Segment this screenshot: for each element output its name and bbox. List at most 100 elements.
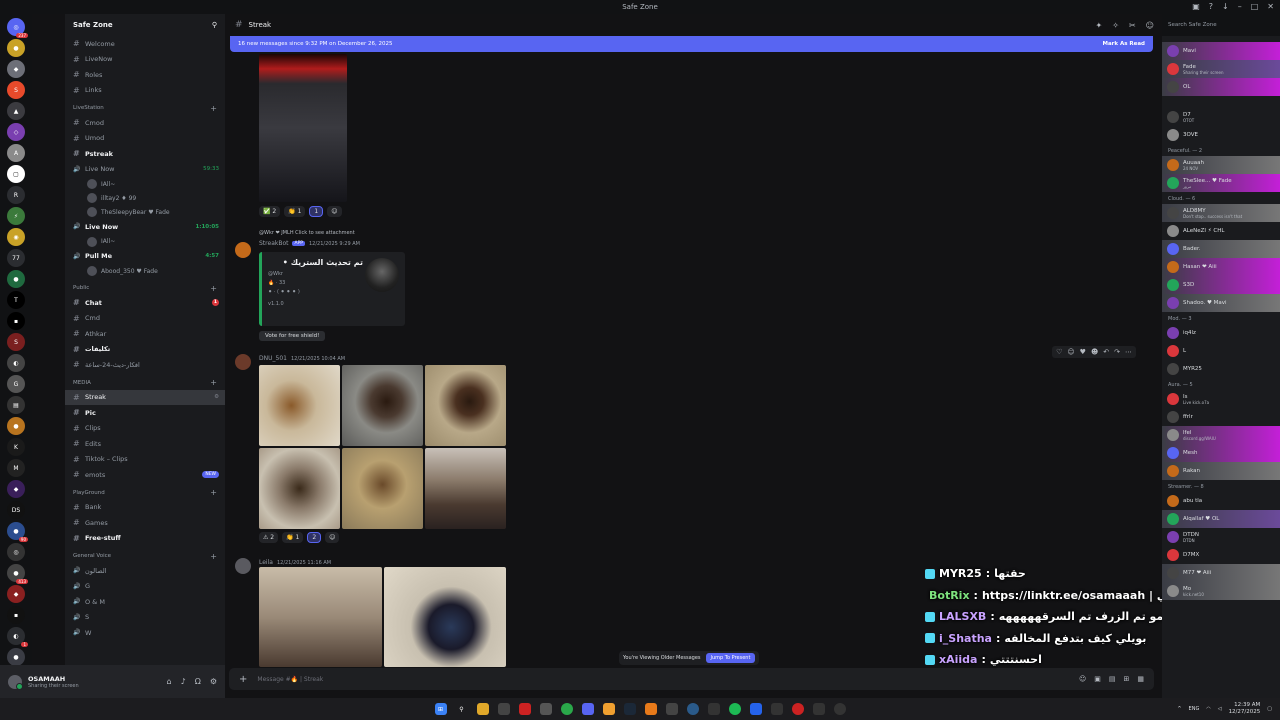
minimize-button[interactable]: – xyxy=(1238,2,1242,11)
channel-item[interactable]: # Cmd xyxy=(65,311,225,327)
member-item[interactable]: lfel discord.gg/WAIU xyxy=(1162,426,1280,444)
reaction[interactable]: 1 xyxy=(309,206,324,217)
reaction[interactable]: ✅ 2 xyxy=(259,206,281,217)
server-icon[interactable]: ● xyxy=(7,270,25,288)
app-icon[interactable] xyxy=(686,703,699,715)
emoji-icon[interactable]: ▦ xyxy=(1137,675,1144,683)
gamepad-icon[interactable]: ⌂ xyxy=(167,677,172,686)
server-icon[interactable]: ● 90 xyxy=(7,522,28,542)
server-icon[interactable]: ▢ xyxy=(7,165,25,183)
channel-item[interactable]: 🔊 G xyxy=(65,579,225,595)
server-icon[interactable]: T xyxy=(7,291,25,309)
attachment-image[interactable] xyxy=(425,365,506,446)
server-icon[interactable]: ● xyxy=(7,39,25,57)
message-author[interactable]: DNU_501 xyxy=(259,355,287,362)
channel-item[interactable]: # Streak ⚙ xyxy=(65,389,225,405)
channel-item[interactable]: # Clips xyxy=(65,421,225,437)
member-item[interactable]: Mo kick.net10 xyxy=(1162,582,1280,600)
member-item[interactable]: Hasan ❤ Aiii xyxy=(1162,258,1280,276)
voice-user-placeholder[interactable]: IAll~ xyxy=(65,235,225,249)
channel-item[interactable]: # Links xyxy=(65,83,225,99)
app-icon[interactable] xyxy=(791,703,804,715)
inbox-icon[interactable]: ▣ xyxy=(1192,2,1200,11)
app-icon[interactable] xyxy=(770,703,783,715)
channel-item[interactable]: # Pic xyxy=(65,405,225,421)
add-channel-icon[interactable]: + xyxy=(210,378,217,387)
member-item[interactable]: S3D xyxy=(1162,276,1280,294)
reply-preview[interactable]: @Wkr ❤ JMLH Click to see attachment xyxy=(259,230,355,236)
category-header[interactable]: MEDIA + xyxy=(65,376,225,390)
avatar[interactable] xyxy=(235,354,251,370)
server-icon[interactable]: ◇ xyxy=(7,123,25,141)
headset-icon[interactable]: Ω xyxy=(195,677,201,686)
app-icon[interactable] xyxy=(812,703,825,715)
server-icon[interactable]: ◉ xyxy=(7,228,25,246)
add-member-icon[interactable]: ⚲ xyxy=(212,21,217,29)
voice-user[interactable]: illtay2 ♦ 99 xyxy=(65,191,225,205)
server-icon[interactable]: A xyxy=(7,144,25,162)
forward-icon[interactable]: ↷ xyxy=(1114,348,1120,356)
member-item[interactable]: Alqallaf ♥ OL xyxy=(1162,510,1280,528)
category-header[interactable]: PlayGround + xyxy=(65,486,225,500)
attachment-image[interactable] xyxy=(259,567,382,667)
member-item[interactable]: 3OVE xyxy=(1162,126,1280,144)
server-icon[interactable]: ● 413 xyxy=(7,564,28,584)
member-item[interactable]: DTDN DTDN xyxy=(1162,528,1280,546)
threads-icon[interactable]: ✦ xyxy=(1096,21,1103,30)
wifi-icon[interactable]: ◠ xyxy=(1206,706,1210,712)
server-icon[interactable]: R xyxy=(7,186,25,204)
volume-icon[interactable]: ◁ xyxy=(1218,706,1222,712)
gif-icon[interactable]: ▣ xyxy=(1094,675,1101,683)
message-author[interactable]: StreakBot xyxy=(259,240,288,247)
avatar[interactable] xyxy=(235,242,251,258)
server-icon[interactable]: S xyxy=(7,81,25,99)
avatar[interactable] xyxy=(235,558,251,574)
channel-item[interactable]: # emots NEW xyxy=(65,467,225,483)
maximize-button[interactable]: □ xyxy=(1251,2,1259,11)
add-channel-icon[interactable]: + xyxy=(210,104,217,113)
windows-start-icon[interactable]: ⊞ xyxy=(434,703,447,715)
server-icon[interactable]: DS xyxy=(7,501,25,519)
message-input[interactable]: Message #🔥 | Streak xyxy=(257,676,323,683)
clock[interactable]: 12:39 AM 12/27/2025 xyxy=(1229,702,1261,716)
attachment-image[interactable] xyxy=(384,567,506,667)
member-item[interactable]: abu tla xyxy=(1162,492,1280,510)
pin-icon[interactable]: ✂ xyxy=(1129,21,1136,30)
file-explorer-icon[interactable] xyxy=(476,703,489,715)
channel-item[interactable]: # Welcome xyxy=(65,36,225,52)
member-item[interactable]: TheSlee... ♥ Fade مرور xyxy=(1162,174,1280,192)
category-header[interactable]: LiveStation + xyxy=(65,101,225,115)
add-reaction-icon[interactable]: ☻ xyxy=(1091,348,1098,356)
server-icon[interactable]: S xyxy=(7,333,25,351)
member-item[interactable]: ALeNeZI ⚡ CHL xyxy=(1162,222,1280,240)
more-icon[interactable]: ⋯ xyxy=(1125,348,1132,356)
channel-item[interactable]: # Free-stuff xyxy=(65,531,225,547)
server-icon[interactable]: M xyxy=(7,459,25,477)
server-icon[interactable]: ◐ xyxy=(7,354,25,372)
app-icon[interactable] xyxy=(833,703,846,715)
apps-icon[interactable]: ⊞ xyxy=(1124,675,1130,683)
app-icon[interactable] xyxy=(539,703,552,715)
reaction-icon[interactable]: ☺ xyxy=(1067,348,1074,356)
channel-item[interactable]: # تكليفات xyxy=(65,342,225,358)
member-item[interactable]: Mavi xyxy=(1162,42,1280,60)
server-icon[interactable]: ⚡ xyxy=(7,207,25,225)
microphone-icon[interactable]: ♪ xyxy=(181,677,186,686)
channel-item[interactable]: 🔊 S xyxy=(65,610,225,626)
attachment-image[interactable] xyxy=(259,448,340,529)
attachment-image[interactable] xyxy=(342,365,423,446)
app-icon[interactable] xyxy=(644,703,657,715)
reaction[interactable]: 👏 1 xyxy=(284,206,306,217)
channel-item[interactable]: # Bank xyxy=(65,500,225,516)
member-item[interactable]: Rakan xyxy=(1162,462,1280,480)
heart-icon[interactable]: ♥ xyxy=(1080,348,1086,356)
channel-item[interactable]: # Pstreak xyxy=(65,146,225,162)
reaction[interactable]: 2 xyxy=(307,532,322,543)
vote-button[interactable]: Vote for free shield! xyxy=(259,331,326,341)
channel-item[interactable]: 🔊 W xyxy=(65,625,225,641)
attachment-image[interactable] xyxy=(259,54,347,202)
server-icon[interactable]: ▪ xyxy=(7,312,25,330)
add-channel-icon[interactable]: + xyxy=(210,488,217,497)
member-item[interactable]: OL xyxy=(1162,78,1280,96)
attachment-image[interactable] xyxy=(259,365,340,446)
